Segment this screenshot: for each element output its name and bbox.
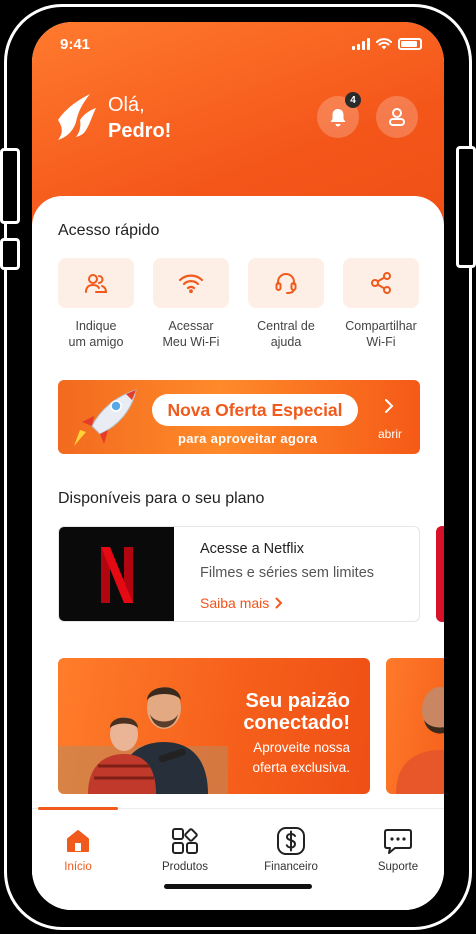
wifi-status-icon [376,38,392,50]
user-name: Pedro! [108,120,172,142]
wifi-icon [178,274,204,293]
notifications-button[interactable]: 4 [317,92,361,138]
profile-button[interactable] [376,96,418,138]
chat-icon [384,829,412,854]
dollar-icon [277,827,305,855]
greeting-line: Olá, [108,94,145,116]
special-offer-banner[interactable]: Nova Oferta Especial para aproveitar ago… [58,380,420,454]
tab-support[interactable]: Suporte [358,825,438,873]
home-indicator [164,884,312,889]
netflix-card[interactable]: Acesse a Netflix Filmes e séries sem lim… [58,526,420,622]
offer-open-label: abrir [377,427,402,441]
status-time: 9:41 [60,36,91,53]
tab-products[interactable]: Produtos [145,825,225,873]
quick-item-share[interactable]: Compartilhar Wi-Fi [343,258,419,350]
banner-text: Aproveite nossa oferta exclusiva. [252,740,350,775]
share-icon [371,272,391,294]
learn-more-label: Saiba mais [200,595,270,611]
battery-icon [398,38,422,50]
signal-icon [352,38,370,50]
quick-item-help[interactable]: Central de ajuda [248,258,324,350]
quick-item-label: Acessar Meu Wi-Fi [162,319,220,349]
chevron-right-icon [385,399,394,413]
bell-icon [330,109,346,127]
quick-access-title: Acesso rápido [58,222,160,239]
tab-financial[interactable]: Financeiro [251,825,331,873]
netflix-thumbnail [59,527,174,621]
next-card-peek[interactable] [436,526,444,622]
quick-item-refer[interactable]: Indique um amigo [58,258,134,350]
notification-badge: 4 [345,92,361,108]
user-icon [389,108,405,126]
phone-side-button [0,148,20,224]
status-bar: 9:41 [60,36,422,54]
person-photo [396,687,444,794]
chevron-right-icon [275,597,283,609]
tab-label: Financeiro [264,861,318,873]
users-icon [85,274,108,293]
fathers-day-banner[interactable]: Seu paizão conectado! Aproveite nossa of… [58,658,370,794]
netflix-logo-icon [100,547,133,603]
learn-more-link[interactable]: Saiba mais [200,595,283,611]
tab-label: Suporte [377,861,419,873]
quick-item-label: Central de ajuda [257,319,315,349]
brand-logo-icon [58,94,96,140]
quick-item-wifi[interactable]: Acessar Meu Wi-Fi [153,258,229,350]
tab-label: Produtos [161,861,209,873]
next-banner-peek[interactable] [386,658,444,794]
greeting: Olá, Pedro! [108,92,171,144]
phone-side-button [0,238,20,270]
plan-section-title: Disponíveis para o seu plano [58,490,265,507]
offer-subtitle: para aproveitar agora [178,431,318,446]
card-title: Acesse a Netflix [200,541,304,557]
offer-title: Nova Oferta Especial [152,394,358,426]
tab-home[interactable]: Início [38,825,118,873]
tab-label: Início [64,861,92,873]
bottom-tab-bar: Início Produtos Financeiro Suporte [32,807,444,910]
quick-item-label: Indique um amigo [68,319,124,349]
active-tab-indicator [38,807,118,810]
app-screen: 9:41 Olá, Pedro! 4 Acesso rápido Indique… [32,22,444,910]
headset-icon [275,273,297,294]
products-icon [172,828,198,854]
quick-item-label: Compartilhar Wi-Fi [345,319,417,349]
banner-headline: Seu paizão conectado! [243,690,350,734]
rocket-icon [74,389,137,448]
phone-side-button [456,146,476,268]
card-subtitle: Filmes e séries sem limites [200,565,375,581]
family-photo [58,687,228,794]
home-icon [67,830,89,852]
